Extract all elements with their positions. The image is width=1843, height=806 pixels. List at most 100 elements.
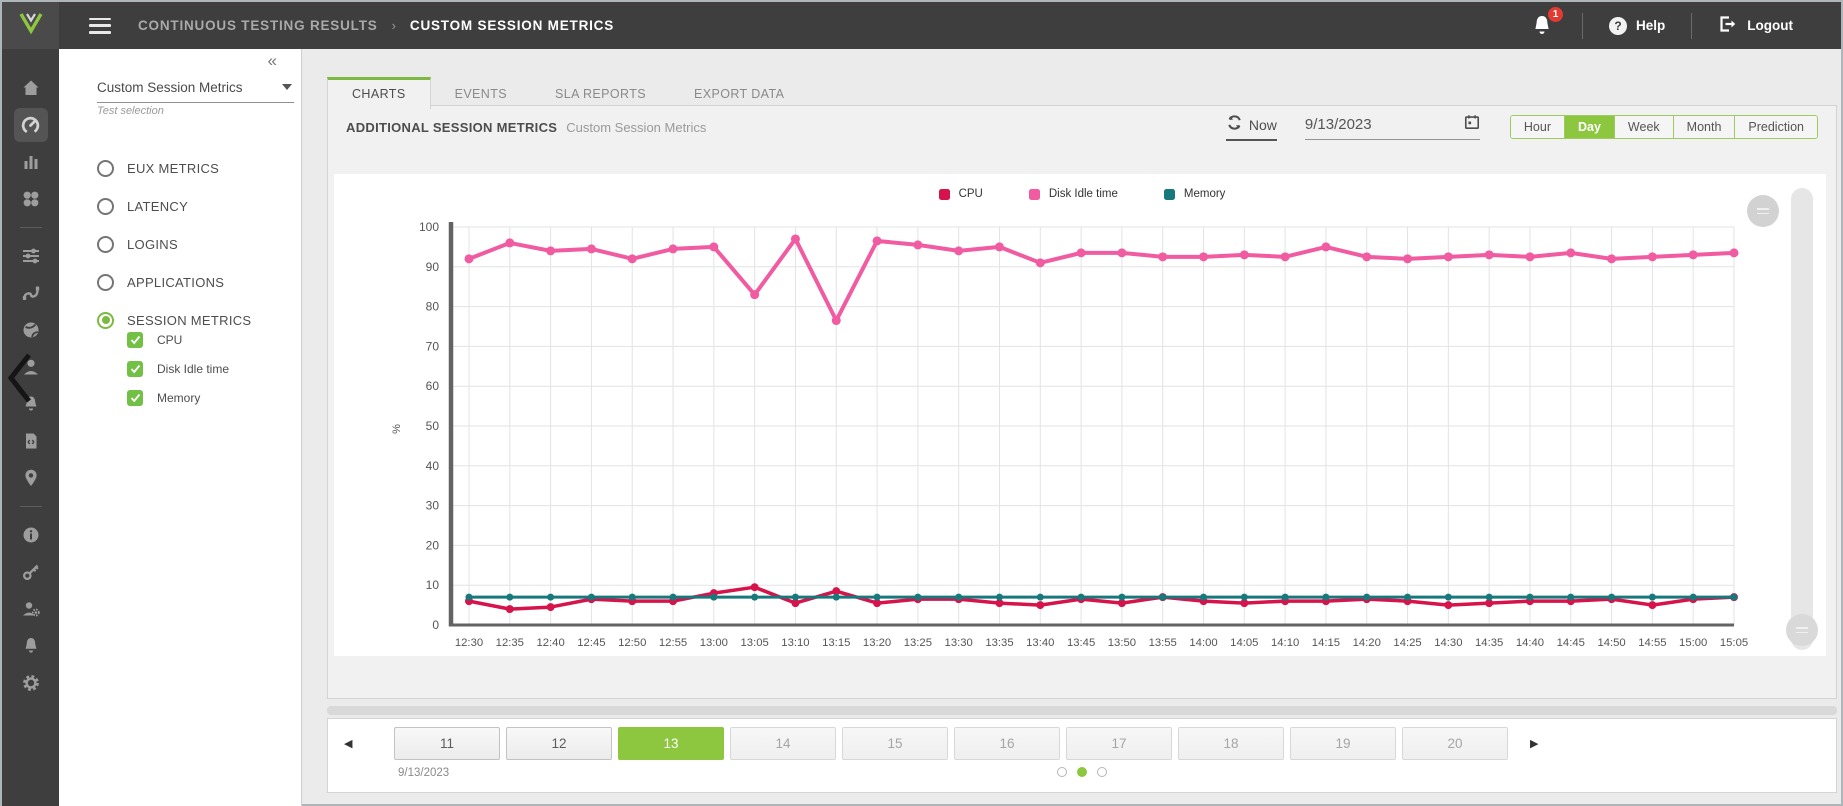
help-label: Help: [1636, 18, 1665, 33]
day-button-19[interactable]: 19: [1290, 727, 1396, 760]
breadcrumb: CONTINUOUS TESTING RESULTS › CUSTOM SESS…: [138, 18, 614, 33]
svg-text:13:25: 13:25: [904, 637, 932, 649]
range-month[interactable]: Month: [1673, 116, 1735, 138]
range-button-group: HourDayWeekMonthPrediction: [1510, 115, 1818, 139]
breadcrumb-separator: ›: [392, 18, 396, 33]
range-prediction[interactable]: Prediction: [1734, 116, 1817, 138]
option-session-metrics[interactable]: SESSION METRICS: [97, 309, 251, 331]
nav-configuration[interactable]: [14, 239, 48, 273]
metric-disk-idle-time[interactable]: Disk Idle time: [127, 359, 229, 379]
logout-button[interactable]: Logout: [1718, 15, 1793, 36]
sidebar-collapse-icon[interactable]: «: [268, 51, 277, 71]
range-week[interactable]: Week: [1614, 116, 1673, 138]
metric-cpu[interactable]: CPU: [127, 330, 229, 350]
page-dot-1[interactable]: [1057, 767, 1067, 777]
svg-text:12:35: 12:35: [496, 637, 524, 649]
svg-text:70: 70: [426, 339, 440, 353]
radio-icon[interactable]: [97, 312, 114, 329]
day-button-12[interactable]: 12: [506, 727, 612, 760]
metric-label: Memory: [157, 391, 200, 405]
help-button[interactable]: ? Help: [1609, 17, 1665, 35]
day-button-18[interactable]: 18: [1178, 727, 1284, 760]
breadcrumb-parent[interactable]: CONTINUOUS TESTING RESULTS: [138, 18, 378, 33]
range-hour[interactable]: Hour: [1511, 116, 1564, 138]
legend-memory[interactable]: Memory: [1164, 188, 1226, 200]
svg-text:13:45: 13:45: [1067, 637, 1095, 649]
radio-icon[interactable]: [97, 274, 114, 291]
svg-text:12:50: 12:50: [618, 637, 646, 649]
panel-collapse-handle[interactable]: [5, 352, 35, 404]
app-logo[interactable]: [2, 2, 59, 49]
nav-access-keys[interactable]: [14, 555, 48, 589]
tab-charts[interactable]: CHARTS: [327, 77, 431, 109]
range-day[interactable]: Day: [1564, 116, 1614, 138]
nav-scripts[interactable]: [14, 424, 48, 458]
dashboard-icon: [20, 115, 41, 136]
tab-events[interactable]: EVENTS: [431, 77, 531, 108]
horizontal-scrollbar[interactable]: [327, 706, 1837, 715]
pagination-dots: [1057, 767, 1107, 777]
notifications-button[interactable]: 1: [1530, 13, 1556, 39]
legend-cpu[interactable]: CPU: [939, 188, 983, 200]
svg-text:13:55: 13:55: [1149, 637, 1177, 649]
rail-divider: [20, 227, 42, 228]
legend-swatch: [1164, 189, 1175, 200]
page-dot-3[interactable]: [1097, 767, 1107, 777]
main-content: CHARTSEVENTSSLA REPORTSEXPORT DATA ADDIT…: [302, 49, 1843, 806]
nav-settings[interactable]: [14, 666, 48, 700]
nav-locations[interactable]: [14, 461, 48, 495]
day-button-14[interactable]: 14: [730, 727, 836, 760]
checkbox-icon[interactable]: [127, 332, 143, 348]
nav-reports[interactable]: [14, 145, 48, 179]
timeline-prev-button[interactable]: ◀: [340, 733, 356, 754]
chevron-down-icon: [282, 84, 292, 90]
svg-text:14:50: 14:50: [1597, 637, 1625, 649]
tab-sla-reports[interactable]: SLA REPORTS: [531, 77, 670, 108]
zoom-handle-bottom[interactable]: [1786, 614, 1818, 646]
radio-icon[interactable]: [97, 160, 114, 177]
vertical-zoom-track[interactable]: [1791, 188, 1813, 650]
nav-dashboard[interactable]: [14, 108, 48, 142]
timeline-next-button[interactable]: ▶: [1526, 733, 1542, 754]
nav-home[interactable]: [14, 71, 48, 105]
metric-memory[interactable]: Memory: [127, 388, 229, 408]
nav-connections[interactable]: [14, 276, 48, 310]
page-dot-2[interactable]: [1077, 767, 1087, 777]
nav-user-management[interactable]: [14, 592, 48, 626]
menu-icon[interactable]: [89, 18, 111, 34]
tab-export-data[interactable]: EXPORT DATA: [670, 77, 808, 108]
checkbox-icon[interactable]: [127, 390, 143, 406]
radio-icon[interactable]: [97, 236, 114, 253]
day-button-17[interactable]: 17: [1066, 727, 1172, 760]
checkbox-icon[interactable]: [127, 361, 143, 377]
session-metric-list: CPU Disk Idle time Memory: [127, 330, 229, 417]
day-button-11[interactable]: 11: [394, 727, 500, 760]
option-eux-metrics[interactable]: EUX METRICS: [97, 157, 251, 179]
nav-rail: [2, 49, 59, 806]
nav-environment[interactable]: [14, 313, 48, 347]
key-icon: [21, 562, 41, 582]
day-button-20[interactable]: 20: [1402, 727, 1508, 760]
home-icon: [21, 78, 41, 98]
radio-icon[interactable]: [97, 198, 114, 215]
day-button-15[interactable]: 15: [842, 727, 948, 760]
nav-notifications[interactable]: [14, 629, 48, 663]
test-selector-value: Custom Session Metrics: [97, 80, 243, 95]
refresh-now-button[interactable]: Now: [1226, 114, 1277, 141]
option-applications[interactable]: APPLICATIONS: [97, 271, 251, 293]
calendar-icon[interactable]: [1464, 114, 1480, 135]
x-axis-labels: 12:3012:3512:4012:4512:5012:5513:0013:05…: [455, 637, 1748, 649]
date-input[interactable]: [1305, 116, 1435, 133]
svg-text:13:40: 13:40: [1026, 637, 1054, 649]
test-selector-dropdown[interactable]: Custom Session Metrics: [97, 79, 294, 103]
option-latency[interactable]: LATENCY: [97, 195, 251, 217]
nav-applications[interactable]: [14, 182, 48, 216]
nav-about[interactable]: [14, 518, 48, 552]
option-logins[interactable]: LOGINS: [97, 233, 251, 255]
day-button-16[interactable]: 16: [954, 727, 1060, 760]
legend-disk-idle-time[interactable]: Disk Idle time: [1029, 188, 1118, 200]
zoom-handle-top[interactable]: [1747, 195, 1779, 227]
gear-icon: [21, 673, 41, 693]
day-button-13[interactable]: 13: [618, 727, 724, 760]
date-picker[interactable]: [1305, 114, 1480, 140]
